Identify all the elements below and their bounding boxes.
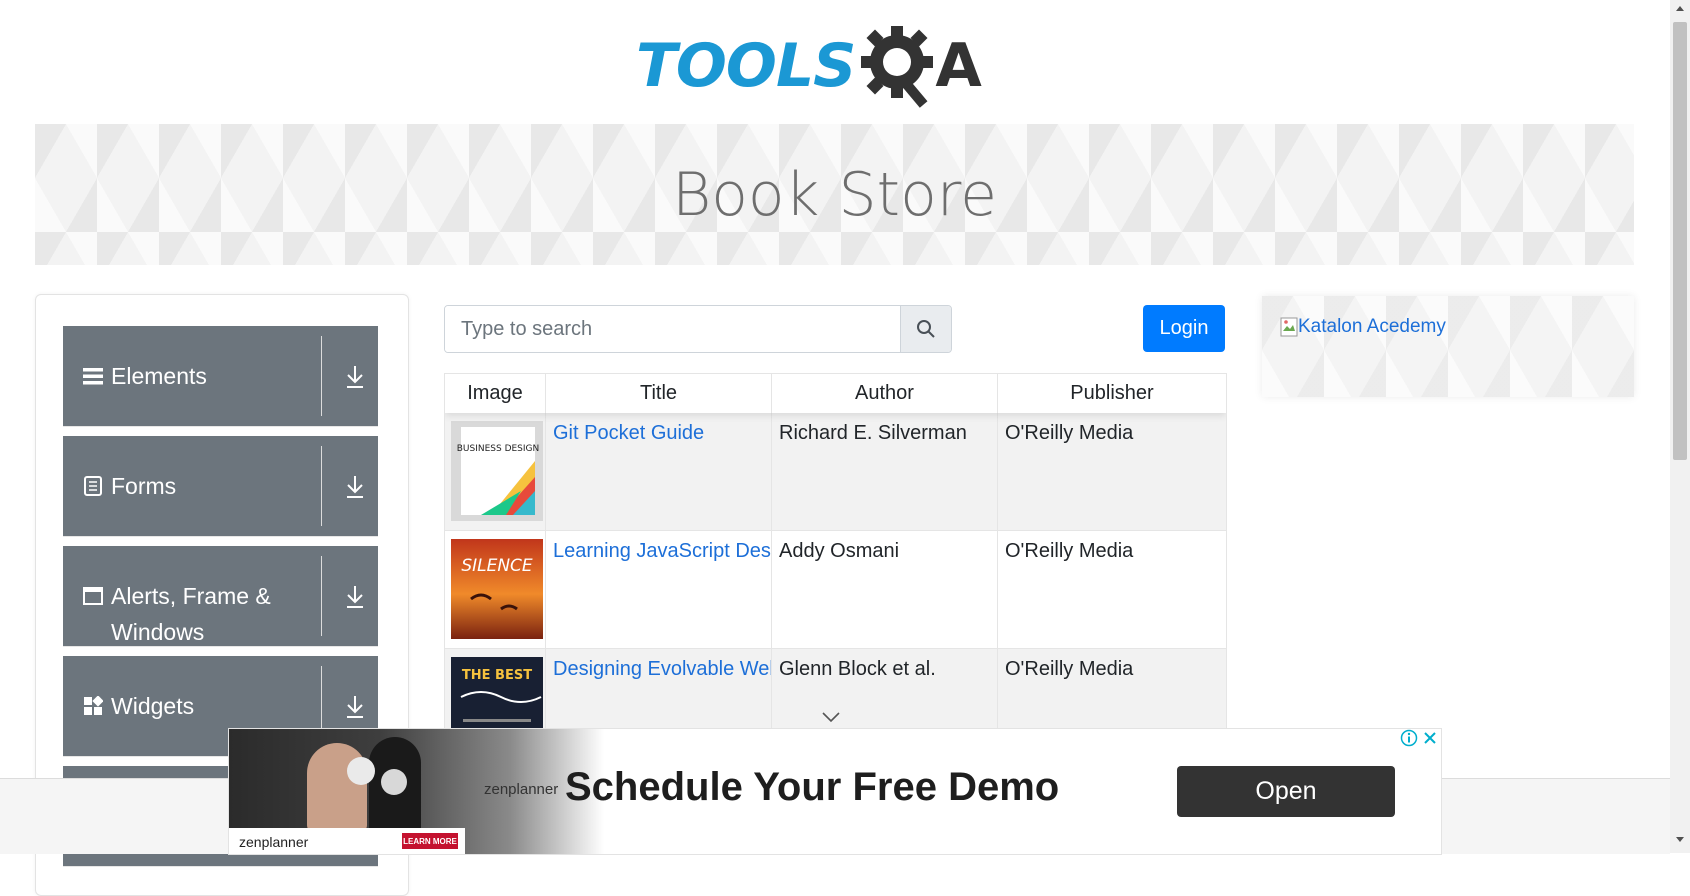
book-publisher: O'Reilly Media bbox=[1005, 658, 1134, 680]
table-row: SILENCE Learning JavaScript Design Patte… bbox=[445, 531, 1226, 649]
ad-brand-small: zenplanner bbox=[239, 834, 309, 850]
ad-glove bbox=[381, 769, 407, 795]
divider bbox=[321, 446, 322, 526]
column-header-author[interactable]: Author bbox=[772, 374, 998, 413]
sidebar-group-elements[interactable]: Elements bbox=[63, 326, 378, 427]
books-table: Image Title Author Publisher BUSINESS DE… bbox=[444, 373, 1227, 735]
ad-open-button[interactable]: Open bbox=[1177, 766, 1395, 817]
scroll-thumb[interactable] bbox=[1673, 22, 1687, 460]
book-cover-cell: SILENCE bbox=[445, 531, 546, 649]
table-row: BUSINESS DESIGN Git Pocket Guide Richard… bbox=[445, 413, 1226, 531]
cover-text: SILENCE bbox=[461, 556, 533, 576]
book-publisher: O'Reilly Media bbox=[1005, 540, 1134, 562]
ad-headline: Schedule Your Free Demo bbox=[565, 765, 1060, 809]
page-title: Book Store bbox=[671, 159, 998, 230]
scroll-up-arrow-icon[interactable] bbox=[1675, 4, 1685, 12]
logo-text: TOOLS bbox=[636, 31, 856, 101]
download-arrow-icon bbox=[347, 586, 363, 608]
sidebar-group-label: Elements bbox=[111, 363, 207, 389]
search-button[interactable] bbox=[900, 306, 951, 352]
sidebar-group-label: Widgets bbox=[111, 693, 195, 719]
book-title-cell: Learning JavaScript Design Patterns bbox=[546, 531, 772, 649]
book-title-cell: Designing Evolvable Web APIs with ASP.NE… bbox=[546, 649, 772, 734]
sidebar-group-label: Alerts, Frame & Windows bbox=[111, 583, 271, 645]
cover-text: THE BEST bbox=[462, 668, 532, 683]
widgets-icon bbox=[84, 696, 103, 715]
divider bbox=[321, 556, 322, 636]
scroll-down-arrow-icon[interactable] bbox=[1675, 836, 1685, 844]
book-cover-image: SILENCE bbox=[451, 539, 543, 639]
ad-info-icon[interactable] bbox=[1400, 729, 1418, 747]
chevron-down-icon[interactable] bbox=[820, 710, 842, 724]
download-arrow-icon bbox=[347, 366, 363, 388]
divider bbox=[321, 336, 322, 416]
download-arrow-icon bbox=[347, 476, 363, 498]
ad-glove bbox=[347, 757, 375, 785]
book-cover-image: BUSINESS DESIGN bbox=[451, 421, 543, 521]
login-button[interactable]: Login bbox=[1143, 305, 1225, 352]
sidebar-group-alerts-frame-windows[interactable]: Alerts, Frame & Windows bbox=[63, 546, 378, 647]
book-cover-image: THE BEST bbox=[451, 657, 543, 734]
search-icon bbox=[917, 320, 935, 338]
ad-close-icon[interactable] bbox=[1421, 729, 1439, 747]
book-title-link[interactable]: Designing Evolvable Web APIs with ASP.NE… bbox=[553, 658, 771, 680]
book-author: Addy Osmani bbox=[772, 531, 998, 649]
column-header-image[interactable]: Image bbox=[445, 374, 546, 413]
book-title-cell: Git Pocket Guide bbox=[546, 413, 772, 531]
ad-brand: zenplanner bbox=[484, 781, 559, 798]
sidebar-group-forms[interactable]: Forms bbox=[63, 436, 378, 537]
cover-text: BUSINESS DESIGN bbox=[457, 444, 540, 454]
book-cover-cell: BUSINESS DESIGN bbox=[445, 413, 546, 531]
book-publisher: O'Reilly Media bbox=[1005, 422, 1134, 444]
page-banner: Book Store bbox=[35, 124, 1634, 265]
page-scrollbar[interactable] bbox=[1670, 0, 1690, 853]
bottom-ad-banner[interactable]: zenplanner LEARN MORE zenplanner Schedul… bbox=[228, 728, 1442, 855]
document-icon bbox=[84, 476, 102, 496]
book-title-link[interactable]: Learning JavaScript Design Patterns bbox=[553, 540, 771, 562]
book-author: Glenn Block et al. bbox=[772, 649, 998, 734]
katalon-ad-alt-text: Katalon Acedemy bbox=[1298, 316, 1446, 337]
book-author: Richard E. Silverman bbox=[772, 413, 998, 531]
sidebar-group-label: Forms bbox=[111, 473, 177, 499]
book-cover-cell: THE BEST bbox=[445, 649, 546, 734]
column-header-publisher[interactable]: Publisher bbox=[998, 374, 1226, 413]
ad-learn-more[interactable]: LEARN MORE bbox=[402, 833, 458, 849]
table-header: Image Title Author Publisher bbox=[445, 374, 1226, 413]
toolsqa-logo[interactable]: TOOLS A bbox=[636, 18, 982, 114]
download-arrow-icon bbox=[347, 696, 363, 718]
search-box bbox=[444, 305, 952, 353]
window-icon bbox=[83, 587, 103, 605]
list-icon bbox=[83, 368, 103, 385]
broken-image-icon bbox=[1280, 317, 1298, 337]
column-header-title[interactable]: Title bbox=[546, 374, 772, 413]
gear-magnifier-icon bbox=[861, 26, 934, 108]
katalon-ad-box: Katalon Acedemy bbox=[1262, 296, 1634, 397]
logo-suffix: A bbox=[935, 31, 982, 101]
search-input[interactable] bbox=[445, 306, 900, 352]
katalon-ad-link[interactable]: Katalon Acedemy bbox=[1280, 316, 1446, 338]
book-title-link[interactable]: Git Pocket Guide bbox=[553, 422, 704, 444]
